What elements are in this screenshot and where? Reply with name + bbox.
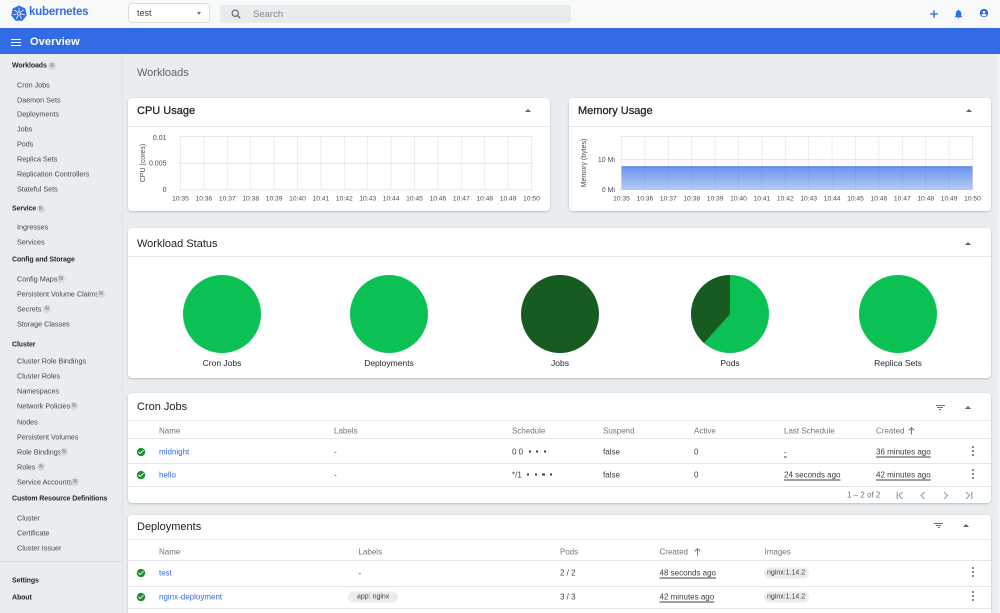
svg-text:10:45: 10:45 — [406, 195, 423, 202]
svg-text:10:44: 10:44 — [383, 195, 400, 202]
svg-text:10:49: 10:49 — [941, 195, 958, 202]
svg-text:10:50: 10:50 — [523, 195, 540, 202]
svg-text:10:38: 10:38 — [683, 195, 700, 202]
svg-text:10:35: 10:35 — [613, 195, 630, 202]
svg-text:10:44: 10:44 — [824, 195, 841, 202]
svg-text:10:43: 10:43 — [800, 195, 817, 202]
svg-text:10:37: 10:37 — [660, 195, 677, 202]
svg-text:10:49: 10:49 — [500, 195, 517, 202]
svg-text:10:42: 10:42 — [777, 195, 794, 202]
svg-text:10:35: 10:35 — [172, 195, 189, 202]
svg-text:10:37: 10:37 — [219, 195, 236, 202]
svg-text:10:38: 10:38 — [242, 195, 259, 202]
svg-text:10:46: 10:46 — [871, 195, 888, 202]
svg-text:10:40: 10:40 — [730, 195, 747, 202]
svg-text:10:39: 10:39 — [266, 195, 283, 202]
svg-text:CPU (cores): CPU (cores) — [140, 143, 147, 182]
svg-text:10 Mi: 10 Mi — [598, 156, 616, 163]
svg-text:0 Mi: 0 Mi — [602, 187, 616, 194]
svg-text:10:48: 10:48 — [476, 195, 493, 202]
svg-text:0: 0 — [163, 187, 167, 194]
svg-text:10:42: 10:42 — [336, 195, 353, 202]
svg-text:10:39: 10:39 — [707, 195, 724, 202]
svg-text:0.005: 0.005 — [149, 160, 167, 167]
svg-text:10:41: 10:41 — [754, 195, 771, 202]
svg-text:10:47: 10:47 — [894, 195, 911, 202]
svg-text:10:47: 10:47 — [453, 195, 470, 202]
svg-text:10:36: 10:36 — [196, 195, 213, 202]
svg-text:0.01: 0.01 — [153, 134, 167, 141]
svg-text:10:43: 10:43 — [359, 195, 376, 202]
svg-text:Memory (bytes): Memory (bytes) — [581, 138, 588, 187]
svg-text:10:41: 10:41 — [313, 195, 330, 202]
svg-text:10:36: 10:36 — [637, 195, 654, 202]
svg-text:10:46: 10:46 — [430, 195, 447, 202]
svg-text:10:50: 10:50 — [964, 195, 981, 202]
svg-text:10:40: 10:40 — [289, 195, 306, 202]
svg-text:10:45: 10:45 — [847, 195, 864, 202]
svg-text:10:48: 10:48 — [917, 195, 934, 202]
